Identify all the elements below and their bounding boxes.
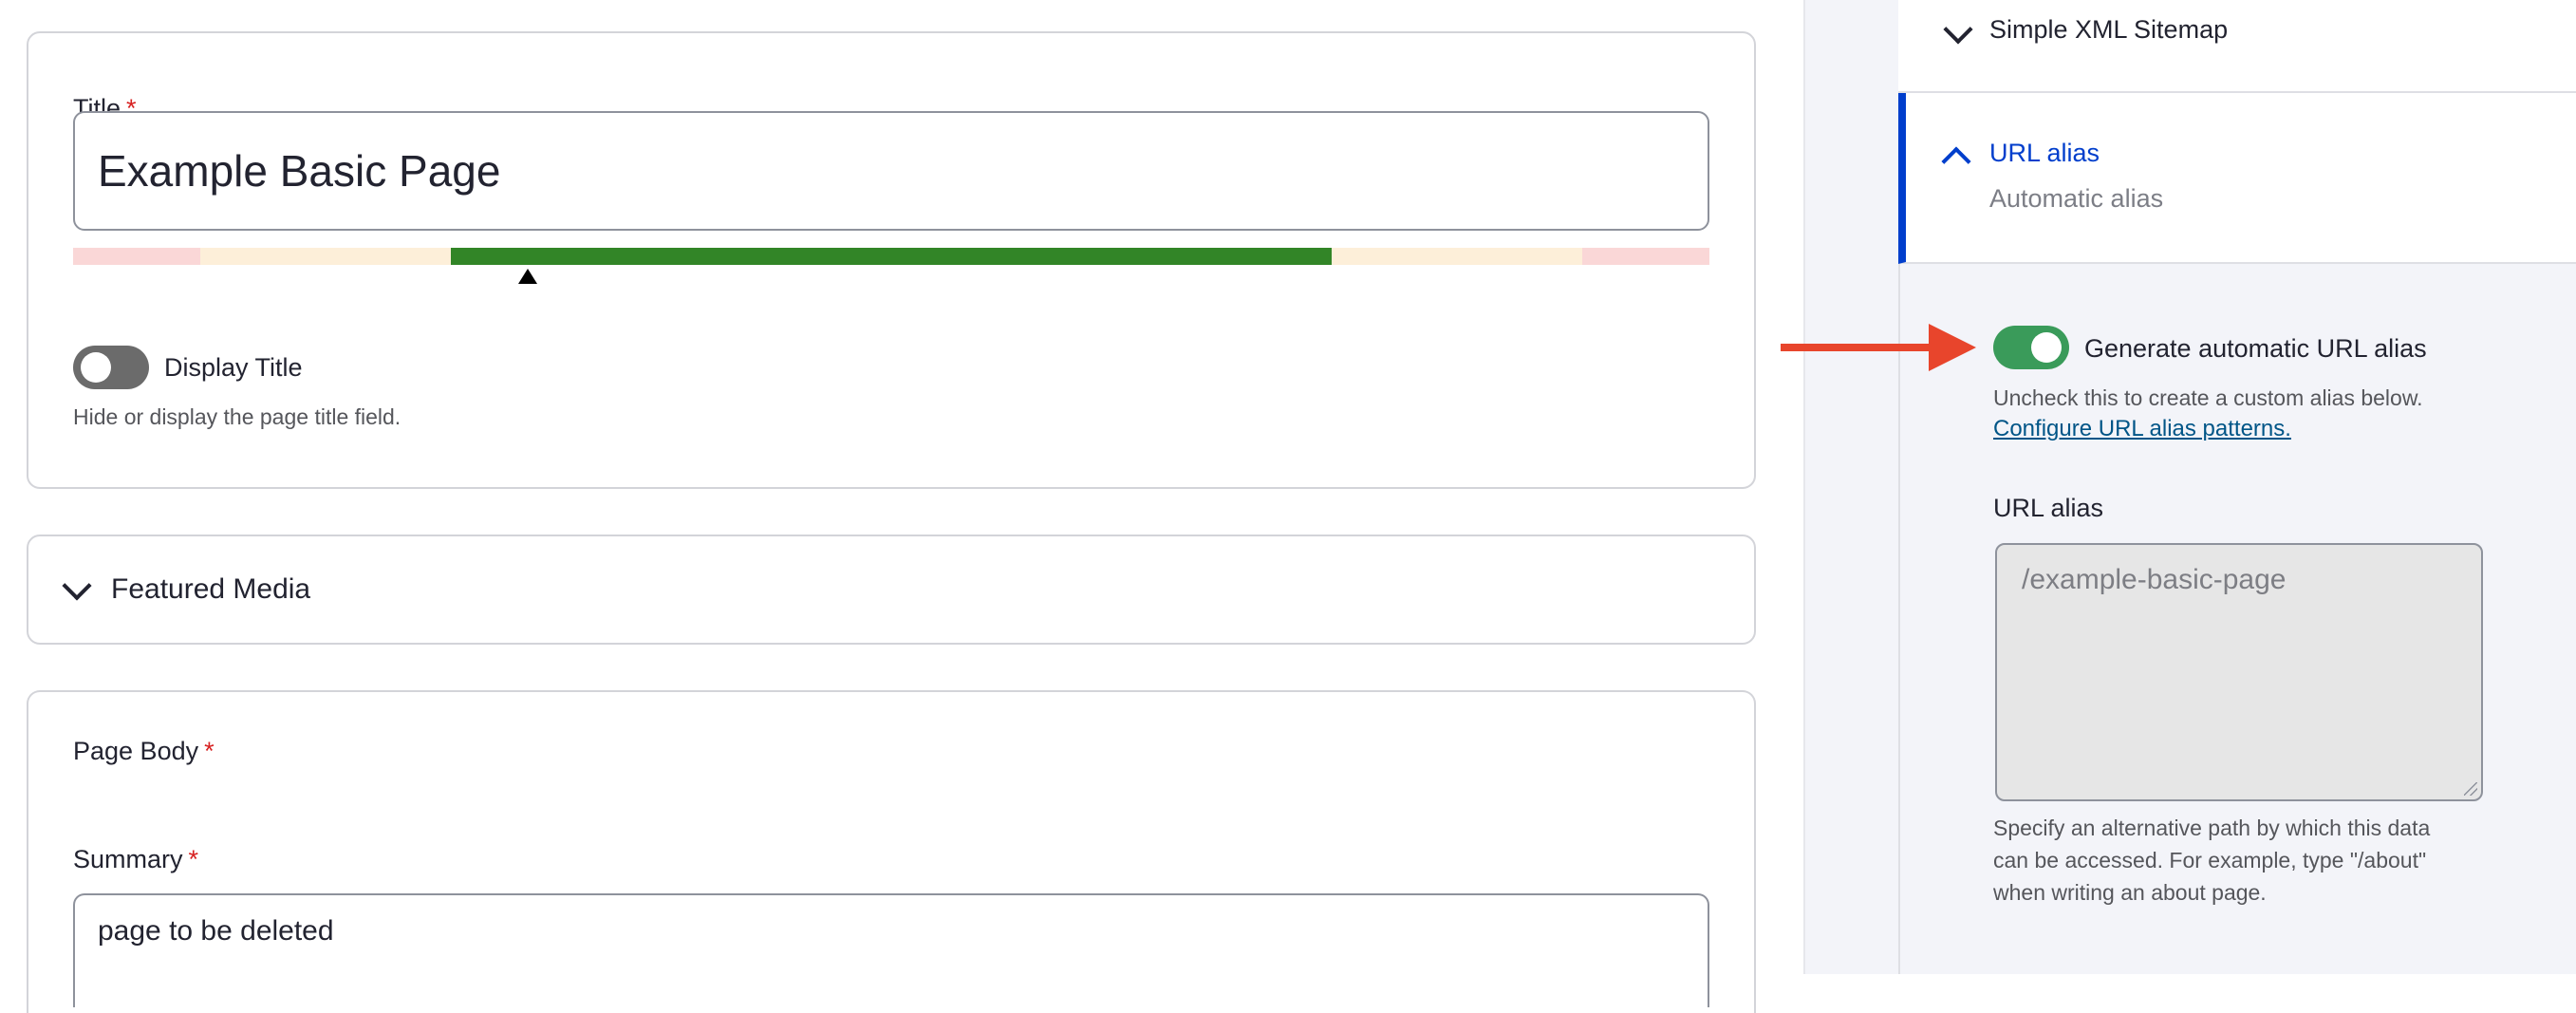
annotation-arrow-icon	[1929, 324, 1976, 371]
meter-pointer-icon	[518, 269, 537, 284]
toggle-knob	[81, 352, 111, 383]
url-alias-textarea[interactable]: /example-basic-page	[1995, 543, 2483, 801]
chevron-up-icon	[1941, 146, 1971, 177]
meter-segment-warning	[1332, 248, 1582, 265]
required-mark: *	[204, 737, 215, 765]
url-alias-help-line-2: can be accessed. For example, type "/abo…	[1993, 848, 2427, 872]
chevron-down-icon	[1943, 14, 1973, 45]
sidebar-gutter	[1803, 0, 1898, 974]
url-alias-help-line-3: when writing an about page.	[1993, 880, 2267, 905]
page-body-label: Page Body *	[73, 737, 215, 765]
meter-segment-good	[451, 248, 1332, 265]
url-alias-section-summary: Automatic alias	[1989, 184, 2164, 213]
sitemap-accordion[interactable]: Simple XML Sitemap	[1898, 0, 2576, 93]
title-input[interactable]: Example Basic Page	[73, 111, 1709, 231]
toggle-knob	[2031, 332, 2062, 363]
url-alias-placeholder: /example-basic-page	[2022, 564, 2287, 595]
resize-grip-icon[interactable]	[2464, 782, 2477, 796]
configure-alias-patterns-link[interactable]: Configure URL alias patterns.	[1993, 416, 2291, 442]
summary-label: Summary *	[73, 845, 199, 873]
meter-segment-warning	[200, 248, 451, 265]
url-alias-accordion[interactable]: URL alias Automatic alias	[1898, 93, 2576, 264]
meter-segment-bad	[1582, 248, 1709, 265]
generate-alias-label: Generate automatic URL alias	[2084, 334, 2427, 363]
title-length-meter	[73, 248, 1709, 265]
meter-segment-bad	[73, 248, 200, 265]
url-alias-section-label: URL alias	[1989, 139, 2100, 167]
url-alias-help-line-1: Specify an alternative path by which thi…	[1993, 816, 2431, 840]
display-title-description: Hide or display the page title field.	[73, 404, 401, 429]
featured-media-label: Featured Media	[111, 573, 311, 605]
generate-alias-toggle[interactable]	[1993, 326, 2069, 369]
required-mark: *	[188, 845, 199, 873]
generate-alias-description: Uncheck this to create a custom alias be…	[1993, 385, 2423, 410]
display-title-toggle[interactable]	[73, 346, 149, 389]
sitemap-label: Simple XML Sitemap	[1989, 15, 2229, 44]
main-content: Title * Example Basic Page Display Title …	[0, 0, 1803, 1013]
annotation-arrow-shaft	[1781, 344, 1934, 351]
summary-input[interactable]: page to be deleted	[73, 893, 1709, 1007]
display-title-label: Display Title	[164, 353, 303, 382]
url-alias-field-label: URL alias	[1993, 494, 2104, 522]
